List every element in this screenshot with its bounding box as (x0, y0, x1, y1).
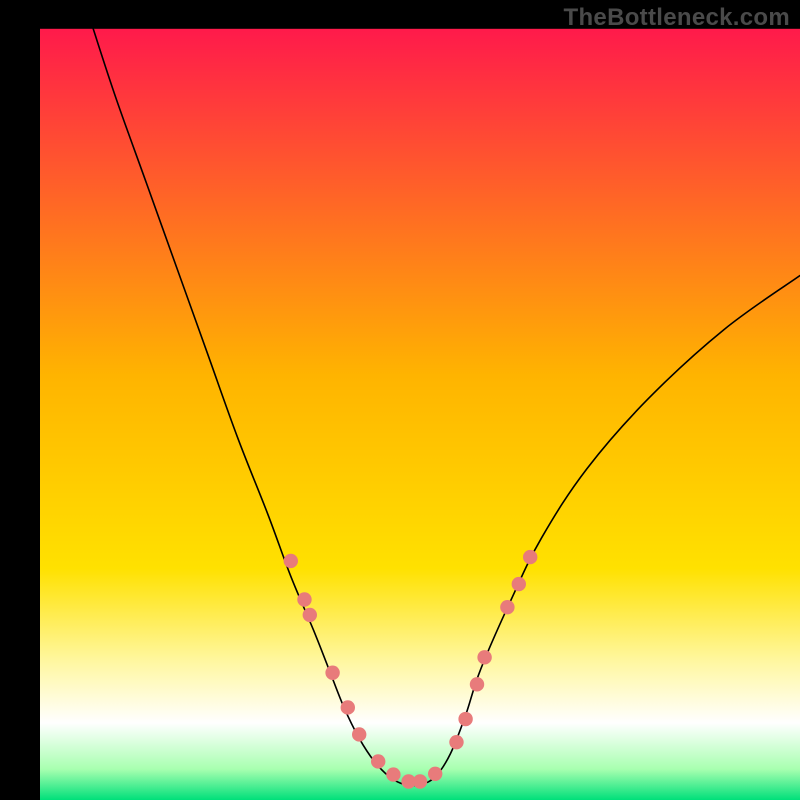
curve-marker (284, 554, 298, 568)
bottleneck-chart (0, 0, 800, 800)
curve-marker (523, 550, 537, 564)
chart-plot-area (40, 29, 800, 800)
curve-marker (512, 577, 526, 591)
curve-marker (428, 767, 442, 781)
curve-marker (458, 712, 472, 726)
curve-marker (303, 608, 317, 622)
curve-marker (477, 650, 491, 664)
curve-marker (352, 727, 366, 741)
curve-marker (325, 666, 339, 680)
curve-marker (500, 600, 514, 614)
curve-marker (413, 774, 427, 788)
curve-marker (470, 677, 484, 691)
curve-marker (386, 767, 400, 781)
curve-marker (371, 754, 385, 768)
watermark-label: TheBottleneck.com (564, 4, 790, 32)
curve-marker (297, 592, 311, 606)
curve-marker (341, 700, 355, 714)
curve-marker (449, 735, 463, 749)
chart-container: TheBottleneck.com (0, 0, 800, 800)
